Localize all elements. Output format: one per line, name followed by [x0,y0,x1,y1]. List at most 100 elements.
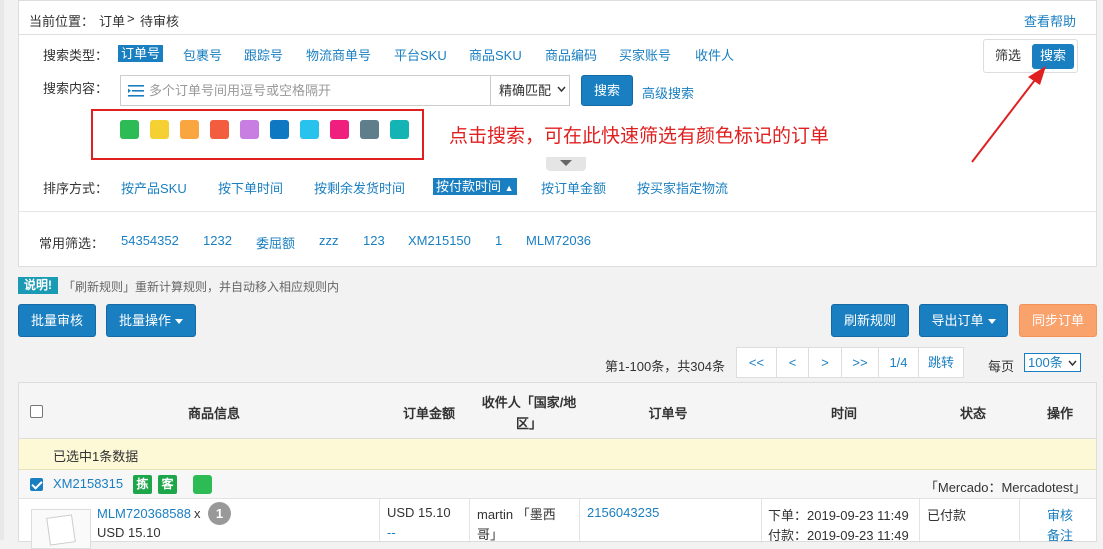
divider [761,499,762,543]
breadcrumb-order[interactable]: 订单 [99,11,125,30]
search-type-tracking-no[interactable]: 跟踪号 [244,45,283,64]
favorite-filter[interactable]: 委屈额 [256,233,295,252]
order-checkbox[interactable] [30,478,43,491]
payment-time: 付款：2019-09-23 11:49 [768,528,909,543]
caret-down-icon [987,319,996,325]
color-swatch[interactable] [210,120,229,139]
audit-action-link[interactable]: 审核 [1047,505,1073,524]
page-summary: 第1-100条，共304条 [605,359,725,374]
product-sku-link[interactable]: MLM720368588 [97,506,191,521]
bulk-audit-button[interactable]: 批量审核 [18,304,96,337]
search-input[interactable] [149,77,487,104]
last-page-button[interactable]: >> [842,348,879,377]
collapse-arrow-icon [560,160,572,166]
left-edge-strip [0,0,4,540]
header-action: 操作 [1046,406,1073,421]
favorite-filter[interactable]: 1 [495,233,502,248]
color-swatch[interactable] [360,120,379,139]
sort-active-label: 按付款时间 [436,179,502,194]
chevron-down-icon [1068,360,1077,366]
per-page-select[interactable]: 100条 [1024,353,1081,372]
color-swatch[interactable] [180,120,199,139]
sync-orders-button[interactable]: 同步订单 [1019,304,1097,337]
header-product: 商品信息 [187,406,240,421]
refresh-rules-button[interactable]: 刷新规则 [831,304,909,337]
sort-by-remaining-ship-time[interactable]: 按剩余发货时间 [314,178,405,197]
color-swatch[interactable] [330,120,349,139]
search-box: 精确匹配 [120,75,570,106]
search-type-package-no[interactable]: 包裹号 [183,45,222,64]
search-button[interactable]: 搜索 [581,75,633,106]
help-link[interactable]: 查看帮助 [1024,11,1076,30]
bulk-operations-button[interactable]: 批量操作 [106,304,196,337]
search-type-carrier-no[interactable]: 物流商单号 [306,45,371,64]
favorite-filter[interactable]: XM215150 [408,233,471,248]
sort-by-payment-time[interactable]: 按付款时间 ▲ [433,178,517,195]
search-type-label: 搜索类型： [43,48,109,63]
note-action-link[interactable]: 备注 [1047,525,1073,544]
breadcrumb-separator: > [127,11,135,26]
color-swatch[interactable] [390,120,409,139]
match-mode-select[interactable]: 精确匹配 [490,76,570,105]
page-indicator: 1/4 [879,348,919,377]
sort-label: 排序方式： [43,181,109,196]
favorite-filter[interactable]: zzz [319,233,339,248]
sort-by-product-sku[interactable]: 按产品SKU [121,178,187,197]
order-color-mark[interactable] [193,475,212,494]
color-swatch[interactable] [300,120,319,139]
quantity-badge: 1 [208,502,231,525]
divider [579,499,580,543]
divider [379,499,380,543]
breadcrumb-bar: 当前位置： 订单 > 待审核 查看帮助 [18,0,1097,34]
export-orders-button[interactable]: 导出订单 [919,304,1008,337]
color-swatch[interactable] [270,120,289,139]
color-swatch[interactable] [150,120,169,139]
sort-by-order-amount[interactable]: 按订单金额 [541,178,606,197]
order-time: 下单：2019-09-23 11:49 [768,508,909,523]
favorite-filter[interactable]: 1232 [203,233,232,248]
breadcrumb-label: 当前位置： [29,14,95,29]
search-type-platform-sku[interactable]: 平台SKU [394,45,447,64]
search-content-label: 搜索内容： [43,81,109,96]
color-swatch[interactable] [240,120,259,139]
favorite-filter[interactable]: 123 [363,233,385,248]
divider [919,499,920,543]
order-number-link[interactable]: 2156043235 [587,505,659,520]
first-page-button[interactable]: << [737,348,777,377]
sort-up-icon: ▲ [504,183,514,193]
search-type-product-code[interactable]: 商品编码 [545,45,597,64]
header-status: 状态 [959,406,986,421]
favorite-filter[interactable]: MLM72036 [526,233,591,248]
search-type-buyer-account[interactable]: 买家账号 [619,45,671,64]
customer-tag: 客 [158,475,177,494]
jump-button[interactable]: 跳转 [919,348,963,377]
sort-by-order-time[interactable]: 按下单时间 [218,178,283,197]
quantity-x: x [194,506,201,521]
divider [19,211,1096,212]
search-type-product-sku[interactable]: 商品SKU [469,45,522,64]
sort-by-buyer-shipping[interactable]: 按买家指定物流 [637,178,728,197]
order-id-link[interactable]: XM2158315 [53,476,123,491]
prev-page-button[interactable]: < [777,348,809,377]
list-icon [128,85,144,97]
favorite-filter[interactable]: 54354352 [121,233,179,248]
select-all-checkbox[interactable] [30,405,43,418]
chevron-down-icon [557,86,566,92]
product-thumbnail[interactable] [31,509,91,549]
search-type-order-no[interactable]: 订单号 [118,45,164,62]
table-header: 商品信息 订单金额 收件人「国家/地 区」 订单号 时间 状态 操作 [19,383,1096,439]
per-page-value: 100条 [1028,355,1063,370]
search-type-recipient[interactable]: 收件人 [695,45,734,64]
bulk-operations-label: 批量操作 [118,313,171,328]
export-orders-label: 导出订单 [931,313,984,328]
pager: << < > >> 1/4 跳转 [736,347,964,378]
color-swatch[interactable] [120,120,139,139]
filter-mode-button[interactable]: 筛选 [988,44,1028,68]
next-page-button[interactable]: > [809,348,842,377]
header-recipient-line1: 收件人「国家/地 [481,395,577,410]
collapse-toggle[interactable] [546,157,586,171]
annotation-text: 点击搜索，可在此快速筛选有颜色标记的订单 [449,125,830,147]
advanced-search-link[interactable]: 高级搜索 [642,83,694,102]
selection-info-text: 已选中1条数据 [53,449,139,464]
search-mode-button[interactable]: 搜索 [1032,44,1074,69]
